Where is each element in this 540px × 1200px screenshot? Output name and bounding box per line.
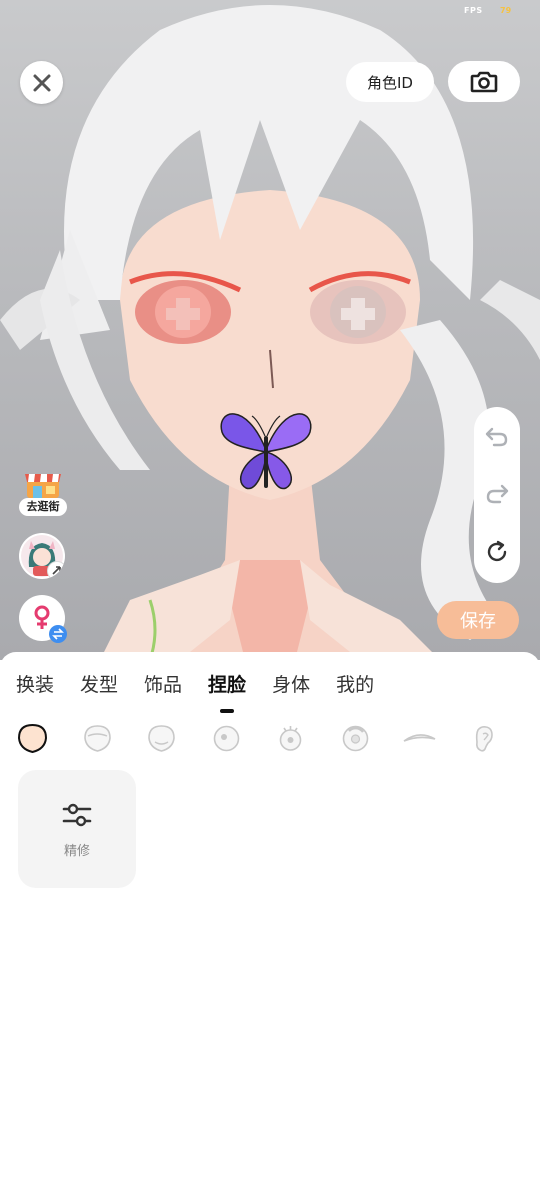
gender-switch-button[interactable] <box>19 595 67 643</box>
fps-value: 79 <box>500 6 512 15</box>
camera-button[interactable] <box>448 61 520 102</box>
face-part-eye[interactable] <box>210 722 243 755</box>
role-id-button[interactable]: 角色ID <box>346 62 434 102</box>
eyebrow-icon <box>403 734 436 742</box>
face-part-head-side[interactable] <box>145 722 178 755</box>
sliders-icon <box>62 803 92 826</box>
head-icon <box>83 725 111 752</box>
face-part-head[interactable] <box>81 722 114 755</box>
shop-icon <box>25 474 61 498</box>
redo-icon[interactable] <box>484 482 510 504</box>
save-button[interactable]: 保存 <box>437 601 519 639</box>
tab-mine[interactable]: 我的 <box>336 670 374 697</box>
tab-outfit[interactable]: 换装 <box>16 670 54 697</box>
swap-icon <box>52 628 64 640</box>
swap-badge <box>47 561 65 579</box>
face-part-eyebrow[interactable] <box>403 722 436 755</box>
tab-body[interactable]: 身体 <box>272 670 310 697</box>
head-side-icon <box>148 725 175 752</box>
reset-icon[interactable] <box>484 539 510 565</box>
camera-icon <box>470 71 498 92</box>
ear-icon <box>475 726 493 752</box>
category-tabs: 换装 发型 饰品 捏脸 身体 我的 <box>16 670 400 713</box>
close-button[interactable] <box>20 61 63 104</box>
refine-label: 精修 <box>63 843 90 859</box>
undo-icon[interactable] <box>484 425 510 447</box>
tab-hairstyle[interactable]: 发型 <box>80 670 118 697</box>
refine-card[interactable]: 精修 <box>18 770 136 888</box>
avatar-switch-button[interactable] <box>19 533 65 579</box>
pupil-icon <box>342 725 368 752</box>
face-part-eyelash[interactable] <box>274 722 307 755</box>
go-shopping-button[interactable]: 去逛街 <box>19 468 67 516</box>
face-part-ear[interactable] <box>468 722 501 755</box>
eye-lashes-icon <box>279 726 302 751</box>
close-icon <box>33 74 50 91</box>
face-part-selector <box>16 722 532 755</box>
face-part-face-shape[interactable] <box>16 722 49 755</box>
face-part-pupil[interactable] <box>339 722 372 755</box>
switch-icon <box>52 566 61 575</box>
tab-face[interactable]: 捏脸 <box>208 670 246 713</box>
tab-accessories[interactable]: 饰品 <box>144 670 182 697</box>
face-shape-icon <box>17 723 48 754</box>
fps-label: FPS <box>464 6 483 15</box>
eye-icon <box>213 725 239 752</box>
avatar-preview[interactable]: FPS 79 角色ID 去逛街 保存 <box>0 0 540 660</box>
swap-badge <box>49 625 67 643</box>
edit-panel: 换装 发型 饰品 捏脸 身体 我的 精修 <box>0 652 540 1200</box>
go-shopping-label: 去逛街 <box>19 498 67 516</box>
history-toolbar <box>474 407 520 583</box>
